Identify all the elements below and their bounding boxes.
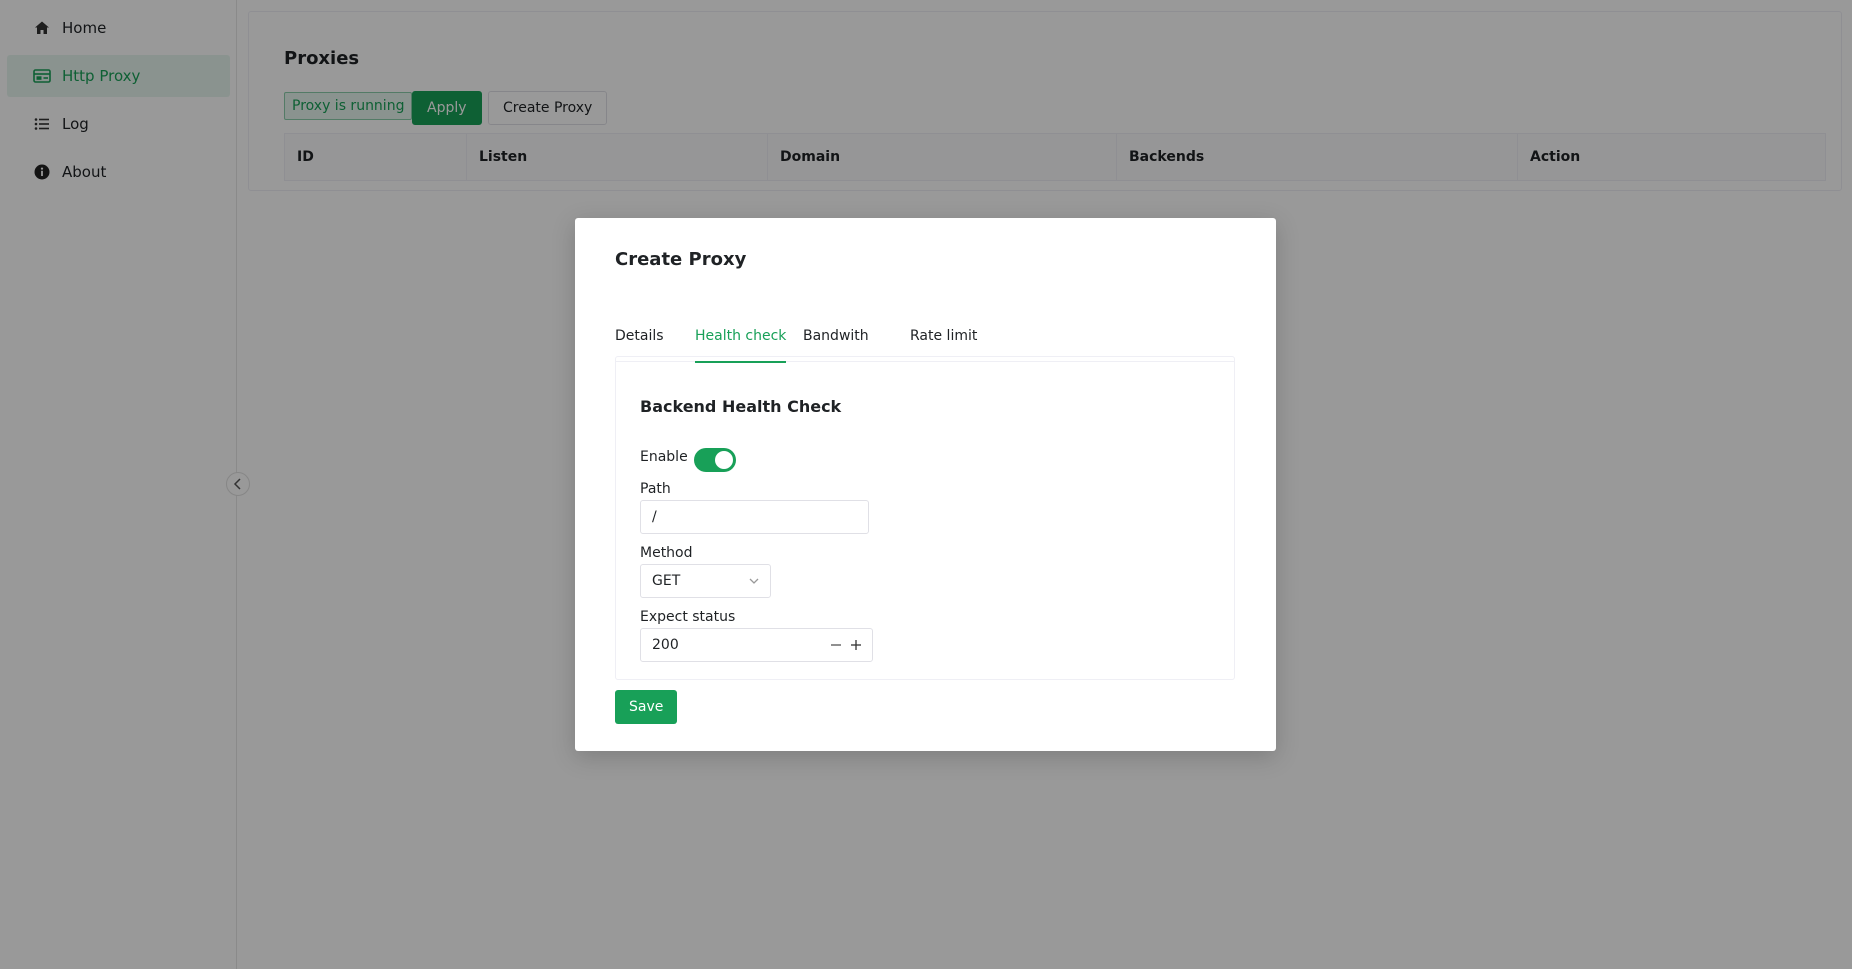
modal-tabs: Details Health check Bandwith Rate limit <box>615 310 1235 363</box>
chevron-down-icon <box>748 575 760 591</box>
method-label: Method <box>640 545 693 561</box>
plus-icon[interactable] <box>848 637 864 653</box>
quantity-stepper <box>828 629 864 661</box>
save-button[interactable]: Save <box>615 690 678 724</box>
path-input-value: / <box>652 509 657 525</box>
tab-bandwith[interactable]: Bandwith <box>803 310 869 362</box>
health-check-panel: Backend Health Check Enable Path / Metho… <box>615 356 1235 680</box>
path-input[interactable]: / <box>640 500 869 534</box>
path-label: Path <box>640 481 671 497</box>
method-select-value: GET <box>652 573 681 589</box>
minus-icon[interactable] <box>828 637 844 653</box>
section-title: Backend Health Check <box>640 397 842 416</box>
tab-health-check[interactable]: Health check <box>695 310 787 363</box>
expect-status-value: 200 <box>652 637 679 653</box>
toggle-knob <box>715 451 733 469</box>
expect-status-input[interactable]: 200 <box>640 628 873 662</box>
enable-toggle[interactable] <box>694 448 736 472</box>
expect-status-label: Expect status <box>640 609 736 625</box>
method-select[interactable]: GET <box>640 564 771 598</box>
create-proxy-modal: Create Proxy Details Health check Bandwi… <box>575 218 1276 751</box>
tab-rate-limit[interactable]: Rate limit <box>910 310 977 362</box>
modal-title: Create Proxy <box>615 249 747 270</box>
enable-label: Enable <box>640 449 688 465</box>
tab-details[interactable]: Details <box>615 310 664 362</box>
